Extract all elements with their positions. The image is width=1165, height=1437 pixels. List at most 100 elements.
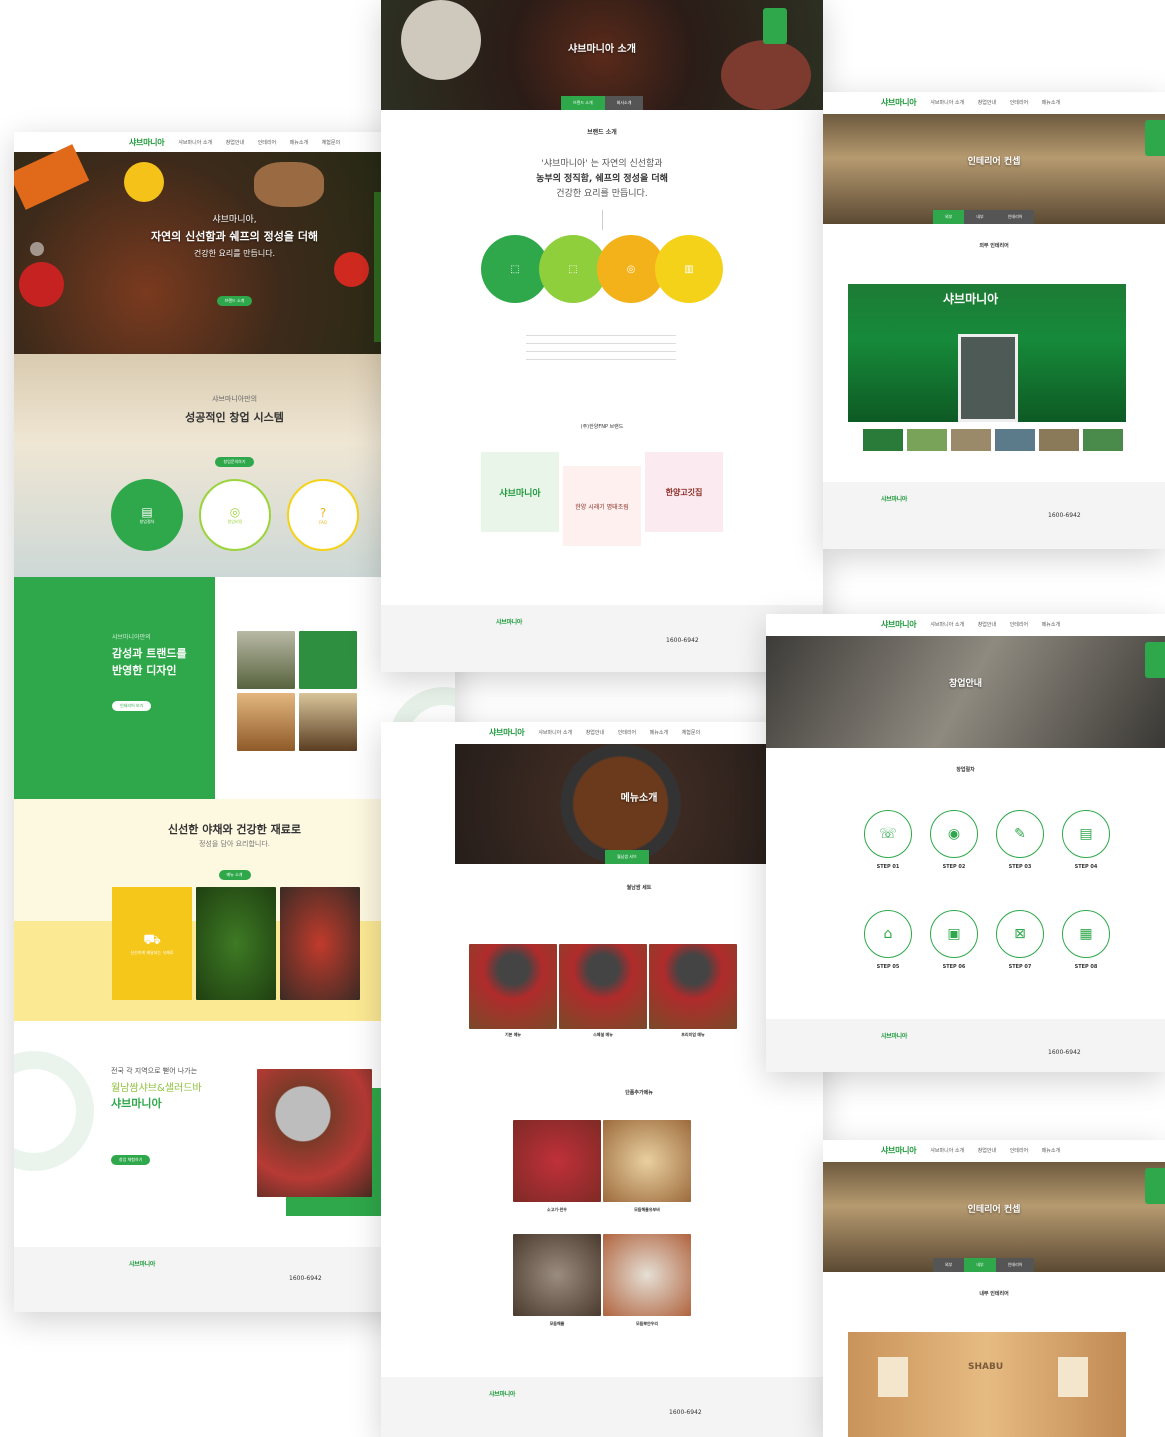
nav-startup[interactable]: 창업안내 — [978, 1148, 996, 1154]
tab-inside[interactable]: 내부 — [964, 1258, 996, 1272]
side-quick-badge[interactable] — [1145, 642, 1165, 678]
thumb-6[interactable] — [1083, 429, 1123, 451]
interior-title: 인테리어 컨셉 — [967, 157, 1021, 167]
item-photo-seafood[interactable] — [513, 1234, 601, 1316]
interior2-photo[interactable]: SHABU — [848, 1332, 1126, 1437]
logo[interactable]: 샤브마니아 — [881, 619, 917, 630]
divider-line — [602, 210, 603, 230]
nav-startup[interactable]: 창업안내 — [978, 100, 996, 106]
about-page: 샤브마니아 소개 브랜드 소개 회사소개 브랜드 소개 '샤브마니아' 는 자연… — [381, 0, 823, 672]
logo[interactable]: 샤브마니아 — [881, 97, 917, 108]
item-photo-beef[interactable] — [513, 1120, 601, 1202]
interior2-nav: 샤브마니아 소개 창업안내 인테리어 메뉴소개 — [930, 1147, 1072, 1154]
fresh-photo-shabu[interactable] — [280, 887, 360, 1000]
circle-cost[interactable]: ◎ 창업비용 — [199, 479, 271, 551]
fresh-card-yellow[interactable]: ⛟ 신선하게 배달되는 식재료 — [112, 887, 192, 1000]
design-photo-4[interactable] — [299, 693, 357, 751]
interior-nav: 샤브마니아 소개 창업안내 인테리어 메뉴소개 — [930, 99, 1072, 106]
design-photo-3[interactable] — [237, 693, 295, 751]
nav-startup[interactable]: 창업안내 — [978, 622, 996, 628]
logo[interactable]: 샤브마니아 — [489, 727, 525, 738]
startup-page: 샤브마니아 샤브마니아 소개 창업안내 인테리어 메뉴소개 창업안내 창업절차 … — [766, 614, 1165, 1072]
menu-section2: 단품추가메뉴 — [625, 1090, 653, 1096]
nav-startup[interactable]: 창업안내 — [226, 140, 244, 146]
side-quick-badge[interactable] — [763, 8, 787, 44]
item-photo-dumpling[interactable] — [603, 1234, 691, 1316]
nav-interior[interactable]: 인테리어 — [1010, 100, 1028, 106]
nav-menu[interactable]: 메뉴소개 — [1042, 100, 1060, 106]
side-quick-badge[interactable] — [1145, 1168, 1165, 1204]
design-photo-1[interactable] — [237, 631, 295, 689]
menu-tabs: 월남쌈 샤브 — [605, 850, 649, 864]
fresh-photo-greens[interactable] — [196, 887, 276, 1000]
nav-about[interactable]: 샤브마니아 소개 — [930, 100, 964, 106]
nation-experience-button[interactable]: 창업 체험하기 — [111, 1155, 151, 1165]
step-2: ◉ STEP 02 — [928, 810, 980, 870]
nav-interior[interactable]: 인테리어 — [1010, 1148, 1028, 1154]
tab-exterior[interactable]: 외부 — [933, 1258, 965, 1272]
startup-gnb: 샤브마니아 샤브마니아 소개 창업안내 인테리어 메뉴소개 — [766, 614, 1165, 634]
nav-about[interactable]: 샤브마니아 소개 — [930, 1148, 964, 1154]
nav-menu[interactable]: 메뉴소개 — [1042, 1148, 1060, 1154]
footer-logo[interactable]: 샤브마니아 — [129, 1261, 155, 1268]
nav-about[interactable]: 샤브마니아 소개 — [538, 730, 572, 736]
item-photo-seafood-tofu[interactable] — [603, 1120, 691, 1202]
set-photo-special[interactable] — [559, 944, 647, 1029]
nav-menu[interactable]: 메뉴소개 — [1042, 622, 1060, 628]
brand-card-meat[interactable]: 한양고깃집 — [645, 452, 723, 532]
tab-company[interactable]: 회사소개 — [604, 96, 644, 110]
nav-interior[interactable]: 인테리어 — [258, 140, 276, 146]
prev-arrow-icon[interactable] — [30, 242, 44, 256]
main-nav: 샤브마니아 소개 창업안내 인테리어 메뉴소개 체험문의 — [178, 139, 352, 146]
thumb-1[interactable] — [863, 429, 903, 451]
nav-menu[interactable]: 메뉴소개 — [290, 140, 308, 146]
design-interior-button[interactable]: 인테리어 보기 — [112, 701, 152, 711]
nav-about[interactable]: 샤브마니아 소개 — [930, 622, 964, 628]
set-photo-basic[interactable] — [469, 944, 557, 1029]
nation-title2: 샤브마니아 — [111, 1097, 162, 1110]
thumb-4[interactable] — [995, 429, 1035, 451]
tab-inside[interactable]: 내부 — [964, 210, 996, 224]
thumb-2[interactable] — [907, 429, 947, 451]
circle-procedure[interactable]: ▤ 창업절차 — [111, 479, 183, 551]
nation-btn-wrap: 창업 체험하기 — [111, 1146, 151, 1165]
footer-logo[interactable]: 샤브마니아 — [489, 1391, 515, 1398]
tab-exterior[interactable]: 외부 — [933, 210, 965, 224]
about-section-title: 브랜드 소개 — [587, 129, 617, 136]
footer-logo[interactable]: 샤브마니아 — [881, 1033, 907, 1040]
footer-logo[interactable]: 샤브마니아 — [881, 496, 907, 503]
side-quick-badge[interactable] — [1145, 120, 1165, 156]
fresh-menu-button[interactable]: 메뉴 소개 — [218, 870, 251, 880]
logo[interactable]: 샤브마니아 — [129, 137, 165, 148]
footer-logo[interactable]: 샤브마니아 — [496, 619, 522, 626]
tab-interior[interactable]: 인테리어 — [995, 210, 1035, 224]
design-green-panel — [14, 577, 215, 799]
set-photo-premium[interactable] — [649, 944, 737, 1029]
design-title2: 반영한 디자인 — [112, 664, 177, 677]
brand-card-hanyang[interactable]: 한양 시래기 명태조림 — [563, 466, 641, 546]
nav-contact[interactable]: 체험문의 — [682, 730, 700, 736]
logo[interactable]: 샤브마니아 — [881, 1145, 917, 1156]
thumb-3[interactable] — [951, 429, 991, 451]
nav-startup[interactable]: 창업안내 — [586, 730, 604, 736]
hero-brand-button[interactable]: 브랜드 소개 — [216, 296, 253, 306]
startup-nav: 샤브마니아 소개 창업안내 인테리어 메뉴소개 — [930, 621, 1072, 628]
tab-interior[interactable]: 인테리어 — [995, 1258, 1035, 1272]
nav-interior[interactable]: 인테리어 — [1010, 622, 1028, 628]
storefront-photo[interactable]: 샤브마니아 — [848, 284, 1126, 422]
tab-wolnamssam[interactable]: 월남쌈 샤브 — [605, 850, 649, 864]
thumb-5[interactable] — [1039, 429, 1079, 451]
leaf-icon: ⬚ — [510, 263, 520, 275]
nav-menu[interactable]: 메뉴소개 — [650, 730, 668, 736]
brand-card-shabu[interactable]: 샤브마니아 — [481, 452, 559, 532]
nav-about[interactable]: 샤브마니아 소개 — [178, 140, 212, 146]
nav-contact[interactable]: 체험문의 — [322, 140, 340, 146]
tab-brand[interactable]: 브랜드 소개 — [561, 96, 605, 110]
step-6-icon: ▣ — [930, 910, 978, 958]
circle-faq[interactable]: ? FAQ — [287, 479, 359, 551]
design-photo-2[interactable] — [299, 631, 357, 689]
set-label-special: 스페셜 메뉴 — [593, 1032, 613, 1037]
nation-photo-hotpot[interactable] — [257, 1069, 372, 1197]
startup-contact-button[interactable]: 창업문의하기 — [215, 457, 254, 467]
nav-interior[interactable]: 인테리어 — [618, 730, 636, 736]
